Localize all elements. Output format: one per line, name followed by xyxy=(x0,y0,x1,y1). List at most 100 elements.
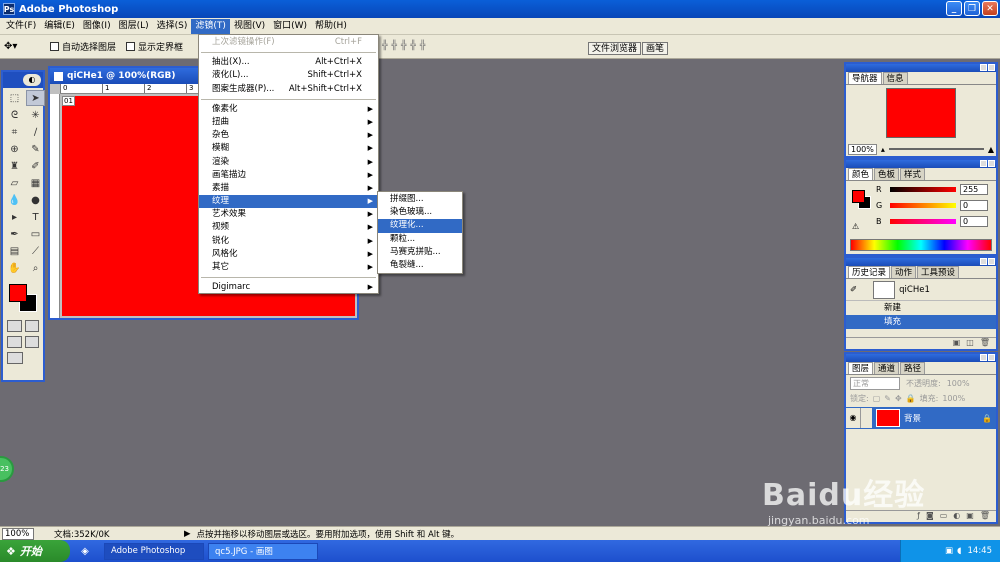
brush-tool-icon[interactable]: ✎ xyxy=(26,141,45,157)
navigator-zoom-field[interactable]: 100% xyxy=(848,143,877,155)
filter-menu-item[interactable]: 模糊 ▶ xyxy=(199,142,378,155)
menu-edit[interactable]: 编辑(E) xyxy=(40,19,79,34)
fill-field[interactable]: 100% xyxy=(942,394,965,403)
tab-info[interactable]: 信息 xyxy=(882,72,908,84)
blue-value-field[interactable]: 0 xyxy=(960,215,988,227)
close-button[interactable]: ✕ xyxy=(982,1,998,16)
filter-menu-item[interactable]: 风格化 ▶ xyxy=(199,248,378,261)
zoom-out-icon[interactable]: ▴ xyxy=(881,145,885,154)
quick-launch-icon[interactable]: ◈ xyxy=(70,546,100,557)
marquee-tool-icon[interactable]: ⬚ xyxy=(5,90,24,106)
gamut-warning-icon[interactable]: ⚠ xyxy=(852,222,859,231)
filter-menu-item[interactable]: 液化(L)... Shift+Ctrl+X xyxy=(199,69,378,82)
history-snapshot[interactable]: ✐ qiCHe1 xyxy=(846,279,996,301)
tab-navigator[interactable]: 导航器 xyxy=(848,72,882,84)
lock-image-icon[interactable]: ✎ xyxy=(884,394,891,403)
start-button[interactable]: ❖ 开始 xyxy=(0,540,70,562)
menu-image[interactable]: 图像(I) xyxy=(79,19,115,34)
foreground-swatch[interactable] xyxy=(852,190,865,203)
type-tool-icon[interactable]: T xyxy=(26,209,45,225)
notes-tool-icon[interactable]: ▤ xyxy=(5,243,24,259)
layer-row-background[interactable]: ◉ 背景 🔒 xyxy=(846,407,996,429)
distribute-top-icon[interactable]: ╬ xyxy=(382,41,387,51)
tool-preset-picker[interactable]: ✥ ▾ xyxy=(4,38,40,56)
menu-help[interactable]: 帮助(H) xyxy=(311,19,351,34)
lock-transparency-icon[interactable]: ▢ xyxy=(873,394,881,403)
palette-title-bar[interactable] xyxy=(846,258,996,266)
distribute-left-icon[interactable]: ╬ xyxy=(410,41,415,51)
eraser-tool-icon[interactable]: ▱ xyxy=(5,175,24,191)
tab-channels[interactable]: 通道 xyxy=(874,362,900,374)
distribute-bottom-icon[interactable]: ╬ xyxy=(401,41,406,51)
screen-mode-1-button[interactable] xyxy=(7,336,22,348)
minimize-icon[interactable] xyxy=(980,258,987,265)
trash-icon[interactable]: 🗑 xyxy=(980,338,990,349)
opacity-field[interactable]: 100% xyxy=(947,379,970,388)
eyedropper-icon[interactable]: ⟋ xyxy=(26,243,45,259)
jump-to-imageready-button[interactable] xyxy=(7,352,23,364)
filter-menu-item[interactable]: 扭曲 ▶ xyxy=(199,116,378,129)
texture-submenu-item[interactable]: 龟裂缝... xyxy=(378,259,462,272)
tab-file-browser[interactable]: 文件浏览器 xyxy=(588,42,642,55)
navigator-thumbnail[interactable] xyxy=(886,88,956,138)
menu-filter[interactable]: 滤镜(T) xyxy=(191,18,230,34)
close-icon[interactable] xyxy=(988,354,995,361)
new-layer-icon[interactable]: ▣ xyxy=(966,511,974,522)
texture-submenu-item[interactable]: 马赛克拼贴... xyxy=(378,246,462,259)
move-tool-icon[interactable]: ➤ xyxy=(26,90,45,106)
close-icon[interactable] xyxy=(988,160,995,167)
texture-submenu-item[interactable]: 拼缀图... xyxy=(378,193,462,206)
filter-menu-item[interactable]: 抽出(X)... Alt+Ctrl+X xyxy=(199,56,378,69)
lock-position-icon[interactable]: ✥ xyxy=(895,394,902,403)
filter-menu-item[interactable]: Digimarc ▶ xyxy=(199,281,378,294)
tab-brushes[interactable]: 画笔 xyxy=(642,42,669,55)
hand-tool-icon[interactable]: ✋ xyxy=(5,260,24,276)
distribute-center-icon[interactable]: ╬ xyxy=(391,41,396,51)
close-icon[interactable] xyxy=(988,258,995,265)
tab-swatches[interactable]: 色板 xyxy=(874,168,900,180)
filter-menu-item[interactable]: 像素化 ▶ xyxy=(199,103,378,116)
taskbar-item-photoshop[interactable]: Adobe Photoshop xyxy=(104,542,204,560)
menu-file[interactable]: 文件(F) xyxy=(2,19,40,34)
healing-brush-icon[interactable]: ⊕ xyxy=(5,141,24,157)
foreground-color[interactable] xyxy=(9,284,27,302)
filter-menu-item[interactable]: 素描 ▶ xyxy=(199,182,378,195)
filter-menu-item[interactable]: 视频 ▶ xyxy=(199,221,378,234)
green-slider[interactable] xyxy=(890,202,956,208)
quick-mask-button[interactable] xyxy=(24,320,39,332)
lock-all-icon[interactable]: 🔒 xyxy=(906,394,916,403)
pen-tool-icon[interactable]: ✒ xyxy=(5,226,24,242)
tab-tool-presets[interactable]: 工具预设 xyxy=(917,266,960,278)
gradient-tool-icon[interactable]: ▦ xyxy=(26,175,45,191)
new-document-icon[interactable]: ▣ xyxy=(953,338,961,349)
minimize-icon[interactable] xyxy=(980,160,987,167)
blue-slider[interactable] xyxy=(890,218,956,224)
volume-icon[interactable]: ◖ xyxy=(957,546,961,556)
palette-title-bar[interactable] xyxy=(846,64,996,72)
menu-view[interactable]: 视图(V) xyxy=(230,19,269,34)
trash-icon[interactable]: 🗑 xyxy=(980,511,990,522)
red-value-field[interactable]: 255 xyxy=(960,183,988,195)
filter-menu-item[interactable]: 其它 ▶ xyxy=(199,261,378,274)
tab-layers[interactable]: 图层 xyxy=(848,362,874,374)
layer-brush-icon[interactable] xyxy=(860,408,872,428)
red-slider[interactable] xyxy=(890,186,956,192)
tab-actions[interactable]: 动作 xyxy=(891,266,917,278)
minimize-icon[interactable] xyxy=(980,64,987,71)
filter-menu-item[interactable]: 艺术效果 ▶ xyxy=(199,208,378,221)
zoom-level-field[interactable]: 100% xyxy=(2,527,34,540)
show-bounds-checkbox[interactable]: 显示定界框 xyxy=(126,40,183,53)
new-snapshot-icon[interactable]: ◫ xyxy=(966,338,974,349)
history-step-new[interactable]: 新建 xyxy=(846,301,996,315)
color-spectrum-bar[interactable] xyxy=(850,239,992,251)
layer-mask-icon[interactable]: ◙ xyxy=(926,511,934,522)
auto-select-checkbox[interactable]: 自动选择图层 xyxy=(50,40,116,53)
history-step-fill[interactable]: 填充 xyxy=(846,315,996,329)
adobe-online-icon[interactable]: ◐ xyxy=(23,74,41,86)
tab-history[interactable]: 历史记录 xyxy=(848,266,891,278)
filter-menu-item[interactable]: 画笔描边 ▶ xyxy=(199,169,378,182)
history-brush-icon[interactable]: ✐ xyxy=(26,158,45,174)
path-select-icon[interactable]: ▸ xyxy=(5,209,24,225)
clone-stamp-icon[interactable]: ♜ xyxy=(5,158,24,174)
distribute-right-icon[interactable]: ╬ xyxy=(420,41,425,51)
